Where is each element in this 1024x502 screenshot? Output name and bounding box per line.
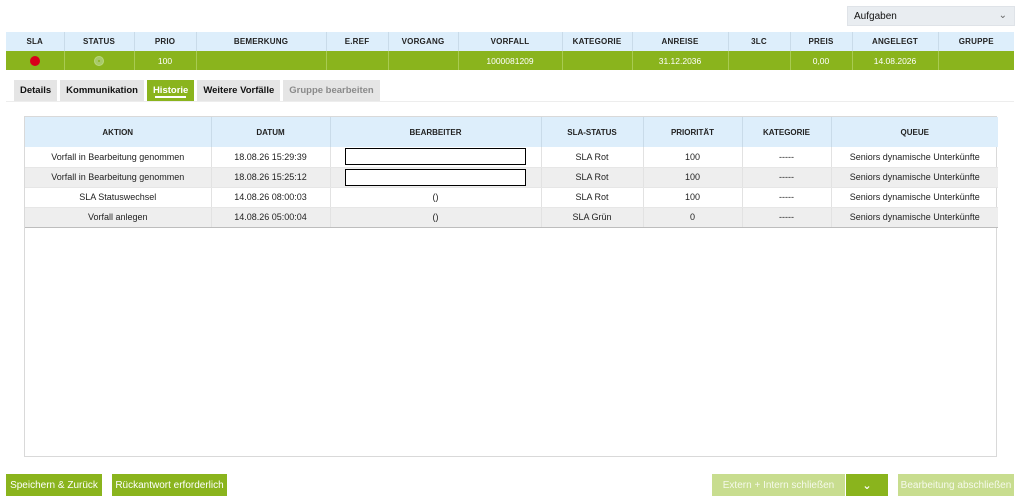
anreise-cell: 31.12.2036 [632,51,729,70]
col-header-bemerkung[interactable]: BEMERKUNG [196,32,327,51]
col-header-sla[interactable]: SLA [6,32,65,51]
prioritaet-cell: 100 [643,147,743,168]
tab-bar: Details Kommunikation Historie Weitere V… [14,80,380,101]
datum-cell: 14.08.26 08:00:03 [211,187,331,208]
tab-weitere-vorfaelle[interactable]: Weitere Vorfälle [197,80,281,101]
angelegt-cell: 14.08.2026 [852,51,939,70]
kategorie-cell [562,51,633,70]
redacted-box [345,168,526,186]
sla-cell [6,51,65,70]
preis-cell: 0,00 [790,51,853,70]
col-header-vorfall[interactable]: VORFALL [458,32,563,51]
history-panel: AKTION DATUM BEARBEITER SLA-STATUS PRIOR… [24,116,998,457]
vorgang-cell [388,51,459,70]
queue-cell: Seniors dynamische Unterkünfte [831,187,998,208]
gruppe-cell [938,51,1014,70]
datum-cell: 18.08.26 15:29:39 [211,147,331,168]
close-options-dropdown-button[interactable]: ⌄ [846,474,888,496]
col-header-prio[interactable]: PRIO [134,32,197,51]
aktion-cell: Vorfall in Bearbeitung genommen [25,147,212,168]
tasks-dropdown-label: Aufgaben [854,10,897,22]
queue-cell: Seniors dynamische Unterkünfte [831,207,998,228]
tab-kommunikation[interactable]: Kommunikation [60,80,144,101]
hist-header-bearbeiter[interactable]: BEARBEITER [330,117,542,147]
col-header-preis[interactable]: PREIS [790,32,853,51]
hist-header-sla-status[interactable]: SLA-STATUS [541,117,644,147]
kategorie-cell: ----- [742,167,832,188]
table-row[interactable]: Vorfall in Bearbeitung genommen 18.08.26… [25,167,998,188]
history-table: AKTION DATUM BEARBEITER SLA-STATUS PRIOR… [25,117,998,228]
close-extern-intern-button[interactable]: Extern + Intern schließen [712,474,845,496]
3lc-cell [728,51,791,70]
sla-status-cell: SLA Rot [541,167,644,188]
status-cell [64,51,135,70]
queue-cell: Seniors dynamische Unterkünfte [831,167,998,188]
prioritaet-cell: 100 [643,187,743,208]
hist-header-kategorie[interactable]: KATEGORIE [742,117,832,147]
bearbeiter-cell: () [330,187,542,208]
case-row[interactable]: 100 1000081209 31.12.2036 0,00 14.08.202… [6,51,1014,70]
bearbeiter-cell: () [330,207,542,228]
col-header-kategorie[interactable]: KATEGORIE [562,32,633,51]
history-header: AKTION DATUM BEARBEITER SLA-STATUS PRIOR… [25,117,998,147]
datum-cell: 18.08.26 15:25:12 [211,167,331,188]
sla-status-cell: SLA Rot [541,147,644,168]
bemerkung-cell [196,51,327,70]
hist-header-datum[interactable]: DATUM [211,117,331,147]
datum-cell: 14.08.26 05:00:04 [211,207,331,228]
col-header-anreise[interactable]: ANREISE [632,32,729,51]
redacted-box [345,148,526,166]
col-header-3lc[interactable]: 3LC [728,32,791,51]
reply-required-button[interactable]: Rückantwort erforderlich [112,474,227,496]
save-back-button[interactable]: Speichern & Zurück [6,474,102,496]
col-header-eref[interactable]: E.REF [326,32,389,51]
tab-historie[interactable]: Historie [146,80,195,101]
hist-header-aktion[interactable]: AKTION [25,117,212,147]
kategorie-cell: ----- [742,187,832,208]
tab-divider [6,101,1014,102]
chevron-down-icon: ⌄ [998,10,1007,21]
eref-cell [326,51,389,70]
aktion-cell: Vorfall anlegen [25,207,212,228]
tab-details[interactable]: Details [14,80,58,101]
table-row[interactable]: Vorfall in Bearbeitung genommen 18.08.26… [25,147,998,168]
table-row[interactable]: Vorfall anlegen 14.08.26 05:00:04 () SLA… [25,207,998,228]
vorfall-cell: 1000081209 [458,51,563,70]
prio-cell: 100 [134,51,197,70]
finish-processing-button[interactable]: Bearbeitung abschließen [898,474,1014,496]
hist-header-queue[interactable]: QUEUE [831,117,998,147]
tab-gruppe-bearbeiten[interactable]: Gruppe bearbeiten [283,80,380,101]
bearbeiter-cell [330,147,542,168]
hist-header-prioritaet[interactable]: PRIORITÄT [643,117,743,147]
aktion-cell: SLA Statuswechsel [25,187,212,208]
kategorie-cell: ----- [742,207,832,228]
status-circle-icon [94,55,104,66]
table-row[interactable]: SLA Statuswechsel 14.08.26 08:00:03 () S… [25,187,998,208]
col-header-vorgang[interactable]: VORGANG [388,32,459,51]
kategorie-cell: ----- [742,147,832,168]
queue-cell: Seniors dynamische Unterkünfte [831,147,998,168]
col-header-gruppe[interactable]: GRUPPE [938,32,1014,51]
sla-red-dot-icon [29,55,40,66]
chevron-down-icon: ⌄ [862,479,872,492]
sla-status-cell: SLA Rot [541,187,644,208]
sla-status-cell: SLA Grün [541,207,644,228]
prioritaet-cell: 0 [643,207,743,228]
case-table: SLA STATUS PRIO BEMERKUNG E.REF VORGANG … [6,32,1014,70]
col-header-status[interactable]: STATUS [64,32,135,51]
col-header-angelegt[interactable]: ANGELEGT [852,32,939,51]
case-table-header: SLA STATUS PRIO BEMERKUNG E.REF VORGANG … [6,32,1014,51]
tasks-dropdown[interactable]: Aufgaben ⌄ [847,6,1015,26]
aktion-cell: Vorfall in Bearbeitung genommen [25,167,212,188]
prioritaet-cell: 100 [643,167,743,188]
bearbeiter-cell [330,167,542,188]
